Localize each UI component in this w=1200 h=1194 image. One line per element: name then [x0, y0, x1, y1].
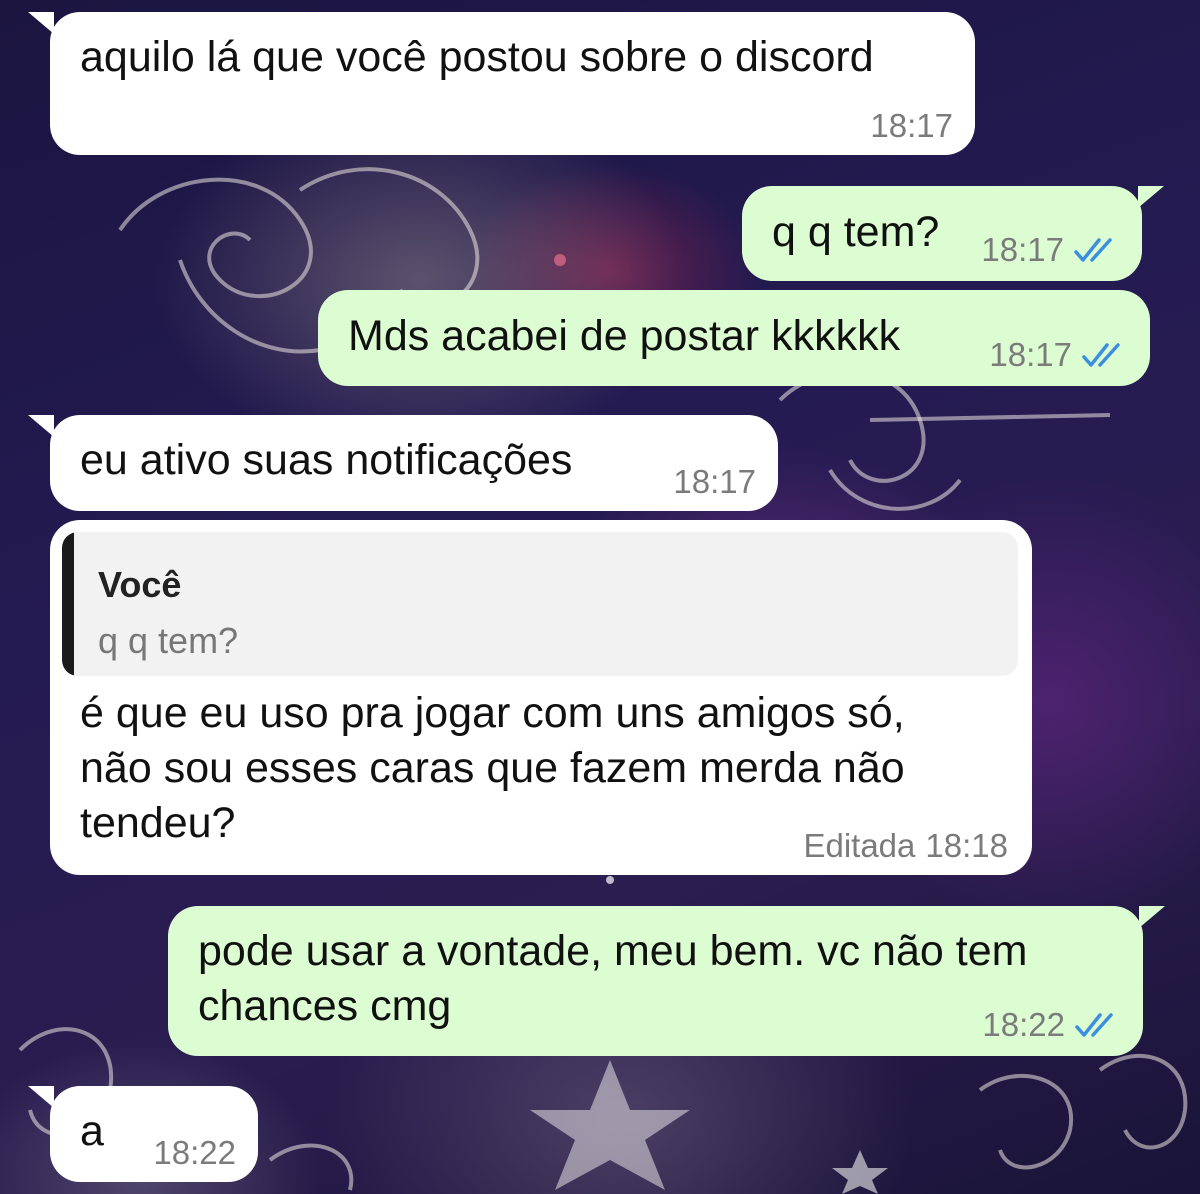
timestamp: 18:17 [989, 336, 1072, 373]
quoted-message[interactable]: Você q q tem? [62, 532, 1018, 676]
message-text: Mds acabei de postar kkkkkk [348, 312, 901, 360]
quote-bar [62, 532, 74, 676]
timestamp: 18:18 [925, 827, 1008, 864]
quote-text: q q tem? [98, 620, 239, 661]
timestamp: 18:22 [153, 1134, 236, 1171]
message-text-line-1: pode usar a vontade, meu bem. vc não tem [198, 927, 1028, 975]
message-text-line-2: não sou esses caras que fazem merda não [80, 744, 905, 792]
message-time: 18:17 [989, 336, 1128, 374]
message-incoming-2[interactable]: eu ativo suas notificações 18:17 [28, 415, 778, 511]
message-text: aquilo lá que você postou sobre o discor… [80, 33, 874, 81]
message-text-line-2: chances cmg [198, 982, 452, 1030]
message-time: 18:17 [870, 107, 953, 145]
message-time: 18:17 [981, 231, 1120, 269]
message-incoming-3[interactable]: a 18:22 [28, 1086, 258, 1182]
double-check-icon [1074, 238, 1112, 262]
timestamp: 18:22 [982, 1006, 1065, 1043]
message-outgoing-2[interactable]: Mds acabei de postar kkkkkk 18:17 [318, 290, 1150, 386]
edited-label: Editada [803, 827, 916, 864]
message-outgoing-1[interactable]: q q tem? 18:17 [742, 186, 1164, 281]
timestamp: 18:17 [673, 463, 756, 500]
message-time: 18:17 [673, 463, 756, 501]
double-check-icon [1082, 343, 1120, 367]
message-text: q q tem? [772, 208, 940, 256]
message-incoming-1[interactable]: aquilo lá que você postou sobre o discor… [28, 12, 975, 155]
message-text: eu ativo suas notificações [80, 436, 573, 484]
message-time: 18:22 [153, 1134, 236, 1172]
timestamp: 18:17 [870, 107, 953, 144]
quote-author: Você [98, 564, 182, 605]
timestamp: 18:17 [981, 231, 1064, 268]
double-check-icon [1075, 1013, 1113, 1037]
message-text-line-3: tendeu? [80, 799, 236, 847]
message-outgoing-3[interactable]: pode usar a vontade, meu bem. vc não tem… [168, 906, 1165, 1056]
message-text-line-1: é que eu uso pra jogar com uns amigos só… [80, 689, 905, 737]
message-text: a [80, 1107, 104, 1155]
message-time: Editada 18:18 [803, 827, 1008, 865]
message-incoming-reply[interactable]: Você q q tem? é que eu uso pra jogar com… [50, 520, 1032, 875]
message-time: 18:22 [982, 1006, 1121, 1044]
